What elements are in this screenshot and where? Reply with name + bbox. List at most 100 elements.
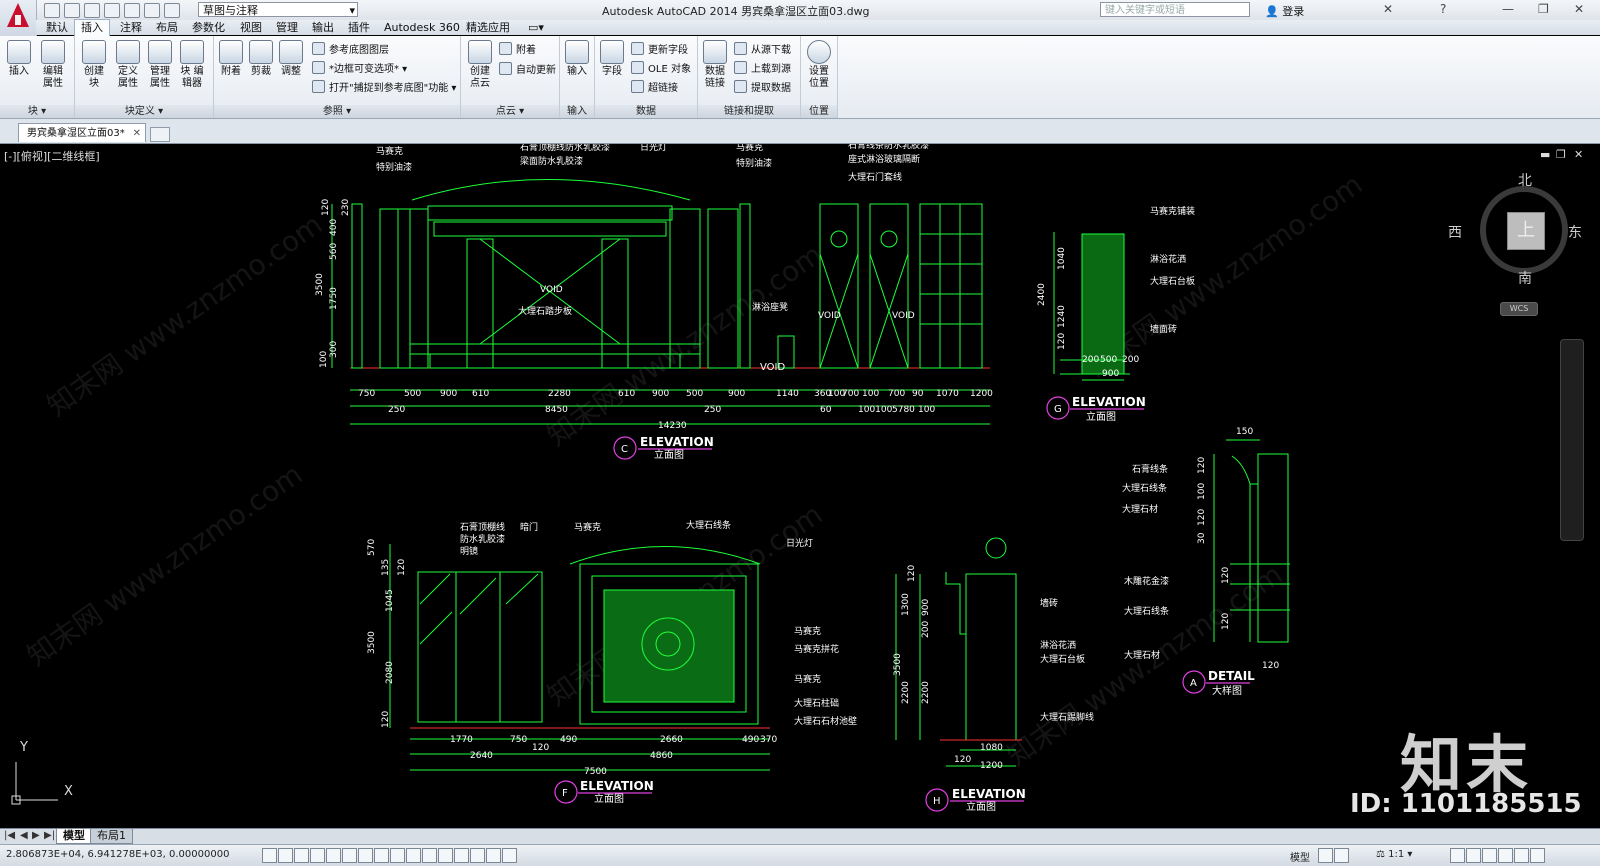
model-space-toggle[interactable]: 模型 — [1290, 849, 1310, 864]
compass-west[interactable]: 西 — [1448, 222, 1462, 242]
clean-screen-icon[interactable] — [1530, 848, 1545, 863]
workspace-select[interactable]: 草图与注释 ▾ — [198, 2, 358, 17]
tab-parametric[interactable]: 参数化 — [186, 20, 231, 35]
auto-update-button[interactable]: 自动更新 — [499, 62, 556, 78]
tab-autodesk360[interactable]: Autodesk 360 — [378, 20, 466, 35]
tab-manage[interactable]: 管理 — [270, 20, 304, 35]
compass-south[interactable]: 南 — [1518, 268, 1532, 288]
quick-properties-icon[interactable] — [454, 848, 469, 863]
quick-view-layouts-icon[interactable] — [1318, 848, 1333, 863]
drawing-canvas[interactable]: 知末网 www.znzmo.com 知末网 www.znzmo.com 知末网 … — [0, 144, 1600, 828]
minimize-icon[interactable]: — — [1502, 2, 1514, 16]
object-snap-icon[interactable] — [342, 848, 357, 863]
restore-icon[interactable]: ❐ — [1538, 2, 1549, 16]
tab-insert[interactable]: 插入 — [74, 19, 110, 36]
compass-north[interactable]: 北 — [1518, 170, 1532, 190]
application-menu-button[interactable] — [0, 0, 37, 36]
define-attribute-button[interactable]: 定义 属性 — [113, 40, 143, 90]
viewcube[interactable]: 上 北 南 西 东 — [1448, 173, 1582, 287]
3d-object-snap-icon[interactable] — [358, 848, 373, 863]
close-icon[interactable]: ✕ — [133, 124, 141, 143]
hardware-acceleration-icon[interactable] — [1482, 848, 1497, 863]
document-tab[interactable]: 男宾桑拿湿区立面03* ✕ — [18, 123, 146, 142]
selection-cycling-icon[interactable] — [470, 848, 485, 863]
print-icon[interactable] — [124, 2, 140, 18]
block-panel-title[interactable]: 块 ▾ — [0, 105, 74, 118]
import-button[interactable]: 输入 — [562, 40, 592, 78]
tab-default[interactable]: 默认 — [40, 20, 74, 35]
create-pointcloud-button[interactable]: 创建 点云 — [465, 40, 495, 90]
field-button[interactable]: 字段 — [597, 40, 627, 78]
snap-underlay-select[interactable]: 打开"捕捉到参考底图"功能 ▾ — [312, 80, 456, 96]
attach-button[interactable]: 附着 — [216, 40, 246, 78]
extract-data-button[interactable]: 提取数据 — [734, 80, 791, 96]
last-layout-icon[interactable]: ▶| — [44, 830, 55, 841]
login-button[interactable]: 👤 登录 — [1265, 3, 1304, 19]
coordinate-readout[interactable]: 2.806873E+04, 6.941278E+03, 0.00000000 — [6, 849, 229, 860]
insert-block-button[interactable]: 插入 — [4, 40, 34, 78]
frame-variable-select[interactable]: *边框可变选项* ▾ — [312, 61, 407, 77]
download-from-source-button[interactable]: 从源下载 — [734, 42, 791, 58]
polar-tracking-icon[interactable] — [326, 848, 341, 863]
object-snap-tracking-icon[interactable] — [374, 848, 389, 863]
tab-layout1[interactable]: 布局1 — [90, 829, 133, 844]
tab-model[interactable]: 模型 — [56, 829, 92, 844]
help-icon[interactable]: ? — [1440, 2, 1446, 16]
upload-to-source-button[interactable]: 上载到源 — [734, 61, 791, 77]
underlay-layers-button[interactable]: 参考底图图层 — [312, 42, 389, 58]
tab-annotate[interactable]: 注释 — [114, 20, 148, 35]
snap-mode-icon[interactable] — [278, 848, 293, 863]
tab-plugins[interactable]: 插件 — [342, 20, 376, 35]
lock-icon[interactable] — [1466, 848, 1481, 863]
viewcube-top-face[interactable]: 上 — [1507, 212, 1545, 250]
exchange-icon[interactable]: ✕ — [1383, 2, 1393, 16]
reference-panel-title[interactable]: 参照 ▾ — [214, 105, 460, 118]
pointcloud-attach-button[interactable]: 附着 — [499, 42, 536, 58]
next-layout-icon[interactable]: ▶ — [32, 830, 40, 841]
new-icon[interactable] — [44, 2, 60, 18]
save-as-icon[interactable] — [104, 2, 120, 18]
dynamic-ucs-icon[interactable] — [390, 848, 405, 863]
lineweight-icon[interactable] — [422, 848, 437, 863]
save-icon[interactable] — [84, 2, 100, 18]
redo-icon[interactable] — [164, 2, 180, 18]
prev-layout-icon[interactable]: ◀ — [20, 830, 28, 841]
update-fields-button[interactable]: 更新字段 — [631, 42, 688, 58]
wcs-menu[interactable]: WCS — [1500, 302, 1538, 316]
workspace-switch-icon[interactable] — [1450, 848, 1465, 863]
manage-attribute-button[interactable]: 管理 属性 — [145, 40, 175, 90]
infer-constraints-icon[interactable] — [262, 848, 277, 863]
hyperlink-button[interactable]: 超链接 — [631, 80, 678, 96]
compass-east[interactable]: 东 — [1568, 222, 1582, 242]
search-input[interactable]: 键入关键字或短语 — [1100, 2, 1250, 17]
create-block-button[interactable]: 创建 块 — [79, 40, 109, 90]
ortho-mode-icon[interactable] — [310, 848, 325, 863]
status-menu-icon[interactable] — [1514, 848, 1529, 863]
adjust-button[interactable]: 调整 — [276, 40, 306, 78]
transparency-icon[interactable] — [438, 848, 453, 863]
annotation-scale[interactable]: ⚖ 1:1 ▾ — [1376, 849, 1412, 860]
clip-button[interactable]: 剪裁 — [246, 40, 276, 78]
tab-output[interactable]: 输出 — [306, 20, 340, 35]
quick-view-drawings-icon[interactable] — [1334, 848, 1349, 863]
pointcloud-panel-title[interactable]: 点云 ▾ — [461, 105, 559, 118]
isolate-objects-icon[interactable] — [1498, 848, 1513, 863]
add-icon[interactable] — [502, 848, 517, 863]
first-layout-icon[interactable]: |◀ — [4, 830, 15, 841]
open-icon[interactable] — [64, 2, 80, 18]
ribbon-toggle-icon[interactable]: ▭▾ — [522, 20, 550, 35]
edit-attribute-button[interactable]: 编辑 属性 — [38, 40, 68, 90]
ole-object-button[interactable]: OLE 对象 — [631, 61, 691, 77]
close-icon[interactable]: ✕ — [1574, 2, 1584, 16]
undo-icon[interactable] — [144, 2, 160, 18]
dynamic-input-icon[interactable] — [406, 848, 421, 863]
tab-layout[interactable]: 布局 — [150, 20, 184, 35]
new-tab-button[interactable] — [150, 127, 170, 142]
block-definition-panel-title[interactable]: 块定义 ▾ — [75, 105, 213, 118]
data-link-button[interactable]: 数据 链接 — [700, 40, 730, 90]
annotation-monitor-icon[interactable] — [486, 848, 501, 863]
block-editor-button[interactable]: 块 编辑器 — [177, 40, 207, 90]
tab-featured-apps[interactable]: 精选应用 — [460, 20, 516, 35]
navigation-bar[interactable] — [1560, 339, 1584, 541]
tab-view[interactable]: 视图 — [234, 20, 268, 35]
